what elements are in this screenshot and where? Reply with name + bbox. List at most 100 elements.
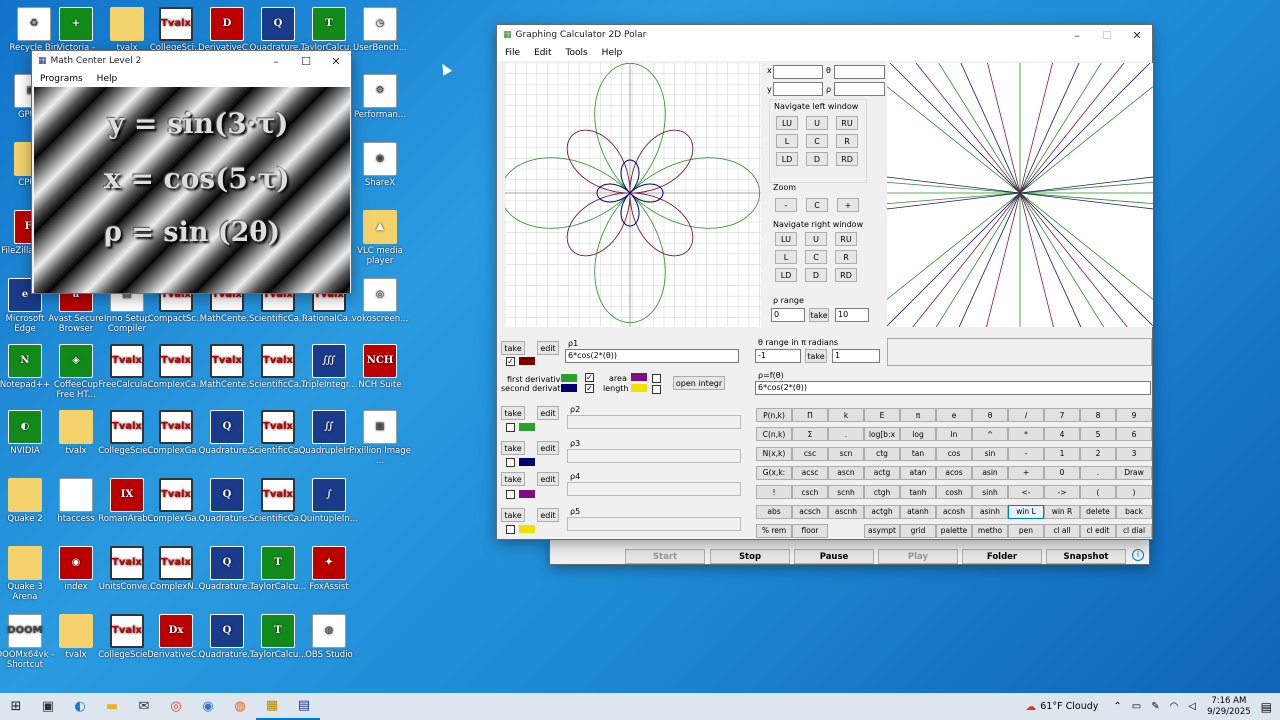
chevron-up-icon[interactable]: ⌃	[1113, 701, 1121, 712]
maximize-icon[interactable]: ☐	[291, 55, 321, 68]
menu-help[interactable]: Help	[97, 74, 118, 84]
start-button[interactable]: Start	[625, 549, 705, 564]
theta-range-take-button[interactable]: take	[805, 349, 827, 363]
key-[interactable]: θ	[972, 408, 1008, 422]
key-draw[interactable]: Draw	[1116, 465, 1152, 480]
key-[interactable]: π	[900, 408, 936, 422]
key-ctgh[interactable]: ctgh	[864, 485, 900, 500]
key-9[interactable]: 9	[1116, 408, 1152, 422]
second-derivative-checkbox[interactable]: ✓	[585, 384, 594, 393]
key-[interactable]: (	[1080, 485, 1116, 500]
desktop-icon[interactable]: ◷ UserBench...	[349, 5, 411, 53]
key-k[interactable]: k	[828, 408, 864, 422]
key-4[interactable]: 4	[1044, 427, 1080, 442]
nav-right-rd-button[interactable]: RD	[835, 268, 857, 282]
rho-range-from[interactable]: 0	[771, 308, 805, 322]
nav-left-c-button[interactable]: C	[806, 134, 828, 148]
length-color-swatch[interactable]	[631, 384, 647, 392]
key-[interactable]: .	[1080, 465, 1116, 480]
pause-button[interactable]: Pause	[794, 549, 874, 564]
p3-checkbox[interactable]	[506, 458, 515, 467]
nav-right-l-button[interactable]: L	[775, 250, 797, 264]
nav-right-ld-button[interactable]: LD	[775, 268, 797, 282]
nav-left-u-button[interactable]: U	[806, 116, 828, 130]
take-p4-button[interactable]: take	[501, 472, 525, 486]
p5-color-swatch[interactable]	[519, 525, 535, 533]
info-icon[interactable]: i	[1132, 549, 1144, 561]
nav-right-u-button[interactable]: U	[805, 232, 827, 246]
key-asinh[interactable]: asinh	[972, 504, 1008, 519]
math-center-titlebar[interactable]: ▦ Math Center Level 2 – ☐ ✕	[32, 51, 351, 71]
minimize-icon[interactable]: –	[261, 55, 291, 68]
key-abs[interactable]: abs	[756, 504, 792, 519]
key-[interactable]: ^	[972, 427, 1008, 442]
key-5[interactable]: 5	[1080, 427, 1116, 442]
key-sin[interactable]: sin	[972, 446, 1008, 461]
key-7[interactable]: 7	[1044, 408, 1080, 422]
key-[interactable]: *	[1008, 427, 1044, 442]
take-p3-button[interactable]: take	[501, 441, 525, 455]
key-g-x-k[interactable]: G(x,k:	[756, 465, 792, 480]
nav-right-ru-button[interactable]: RU	[835, 232, 857, 246]
key-acosh[interactable]: acosh	[936, 504, 972, 519]
graphing-calculator-window[interactable]: ▦ Graphing Calculator 2D Polar – ☐ ✕ Fil…	[496, 24, 1153, 540]
key-ascnh[interactable]: ascnh	[828, 504, 864, 519]
key-win-r[interactable]: win R	[1044, 504, 1080, 519]
pen-icon[interactable]: ✎	[1151, 701, 1159, 712]
length-checkbox[interactable]	[652, 385, 661, 394]
nav-right-c-button[interactable]: C	[805, 250, 827, 264]
key-win-l[interactable]: win L	[1008, 504, 1044, 519]
edit-p2-button[interactable]: edit	[537, 406, 559, 420]
edit-p5-button[interactable]: edit	[537, 508, 559, 522]
menu-help[interactable]: Help	[602, 48, 623, 58]
take-p1-button[interactable]: take	[501, 341, 525, 355]
weather-icon[interactable]: ☁	[1025, 700, 1036, 713]
take-p2-button[interactable]: take	[501, 406, 525, 420]
key-cl-dial[interactable]: cl dial	[1116, 523, 1152, 538]
key-[interactable]: -	[1008, 446, 1044, 461]
rho-range-take-button[interactable]: take	[809, 308, 829, 322]
p5-function-field[interactable]	[567, 517, 741, 531]
key-asympt[interactable]: asympt	[864, 523, 900, 538]
key-scn[interactable]: scn	[828, 446, 864, 461]
edit-p4-button[interactable]: edit	[537, 472, 559, 486]
rho-coordinate-field[interactable]	[834, 82, 885, 96]
close-icon[interactable]: ✕	[321, 55, 351, 68]
key-e[interactable]: e	[936, 408, 972, 422]
key-[interactable]: <-	[1008, 485, 1044, 500]
key-rem[interactable]: % rem	[756, 523, 792, 538]
key-back[interactable]: back	[1116, 504, 1152, 519]
mail-icon[interactable]: ✉	[128, 693, 160, 720]
key-acsc[interactable]: acsc	[792, 465, 828, 480]
y-coordinate-field[interactable]	[773, 82, 823, 96]
desktop-icon[interactable]: NCH NCH Suite	[349, 342, 411, 390]
theta-range-to[interactable]: 1	[832, 349, 880, 363]
key-asin[interactable]: asin	[972, 465, 1008, 480]
key-acos[interactable]: acos	[936, 465, 972, 480]
key-[interactable]: +	[1008, 465, 1044, 480]
nav-right-r-button[interactable]: R	[835, 250, 857, 264]
nav-right-d-button[interactable]: D	[805, 268, 827, 282]
left-graph-window[interactable]	[505, 63, 761, 327]
chromium-icon[interactable]: ◉	[192, 693, 224, 720]
key-tanh[interactable]: tanh	[900, 485, 936, 500]
p1-checkbox[interactable]: ✓	[506, 357, 515, 366]
p3-function-field[interactable]	[567, 449, 741, 463]
tvalx-app-icon[interactable]: ▦	[256, 693, 288, 720]
snapshot-button[interactable]: Snapshot	[1046, 549, 1126, 564]
key-8[interactable]: 8	[1080, 408, 1116, 422]
key-cl-edit[interactable]: cl edit	[1080, 523, 1116, 538]
x-coordinate-field[interactable]	[773, 65, 823, 79]
key-metho[interactable]: metho	[972, 523, 1008, 538]
nav-left-d-button[interactable]: D	[806, 152, 828, 166]
key-6[interactable]: 6	[1116, 427, 1152, 442]
chrome-icon[interactable]: ◎	[160, 693, 192, 720]
menu-file[interactable]: File	[505, 48, 520, 58]
p5-checkbox[interactable]	[506, 525, 515, 534]
desktop-icon[interactable]: ✦ FoxAssist	[298, 544, 360, 592]
start-icon[interactable]: ⊞	[0, 693, 32, 720]
zoom-out-button[interactable]: -	[775, 198, 797, 212]
key-floor[interactable]: floor	[792, 523, 828, 538]
area-color-swatch[interactable]	[631, 373, 647, 381]
key-[interactable]: Σ	[792, 427, 828, 442]
